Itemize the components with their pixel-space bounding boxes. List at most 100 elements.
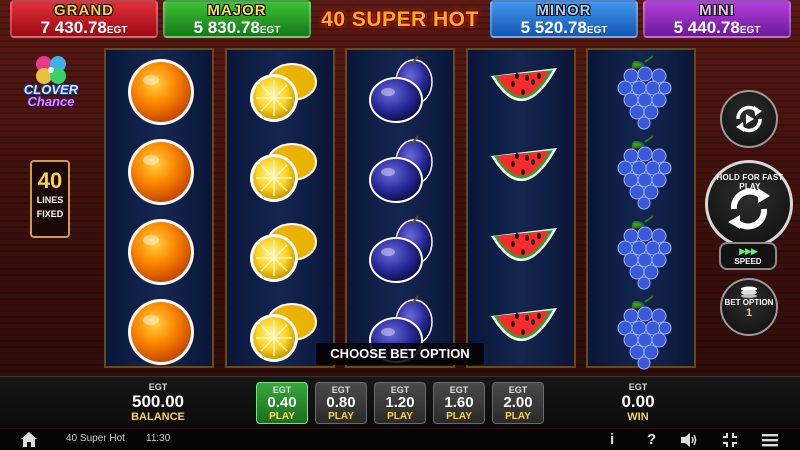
- lemon-symbol: [242, 54, 322, 130]
- bet-value: 0.80: [326, 394, 356, 411]
- bet-label: PLAY: [387, 411, 413, 422]
- bet-option-label: BET OPTION: [724, 298, 774, 307]
- reel-2: [225, 48, 335, 368]
- jackpot-major: MAJOR 5 830.78EGT: [163, 0, 311, 38]
- lemon-icon: [250, 143, 317, 202]
- bet-button-5[interactable]: EGT 2.00 PLAY: [492, 382, 544, 424]
- lemon-icon: [250, 223, 317, 282]
- grapes-icon: [617, 135, 672, 210]
- bet-value: 1.60: [444, 394, 474, 411]
- sound-icon[interactable]: [680, 432, 698, 448]
- orange-symbol: [121, 134, 201, 210]
- plum-icon: [369, 215, 433, 283]
- bet-value: 2.00: [503, 394, 533, 411]
- bet-tooltip: CHOOSE BET OPTION: [316, 343, 484, 365]
- jackpot-grand: GRAND 7 430.78EGT: [10, 0, 158, 38]
- spin-icon: [728, 188, 770, 230]
- orange-icon: [128, 59, 194, 125]
- help-icon[interactable]: ?: [647, 430, 656, 449]
- status-bar: 40 Super Hot 11:30 i ?: [0, 429, 800, 450]
- grapes-symbol: [603, 214, 683, 290]
- lemon-icon: [250, 63, 317, 122]
- status-game-name: 40 Super Hot: [66, 433, 125, 444]
- bet-label: PLAY: [446, 411, 472, 422]
- plum-icon: [369, 135, 433, 203]
- watermelon-symbol: [483, 54, 563, 130]
- lemon-symbol: [242, 214, 322, 290]
- home-icon[interactable]: [20, 431, 38, 448]
- menu-icon[interactable]: [762, 432, 778, 448]
- jackpot-grand-value: 7 430.78EGT: [40, 18, 128, 37]
- watermelon-symbol: [483, 134, 563, 210]
- coins-icon: [741, 286, 757, 298]
- clover-logo-line2: Chance: [27, 94, 75, 109]
- jackpot-mini: MINI 5 440.78EGT: [643, 0, 791, 38]
- lines-indicator: 40 LINES FIXED: [30, 160, 70, 238]
- orange-icon: [128, 219, 194, 285]
- speed-button[interactable]: ▶▶▶ SPEED: [719, 242, 777, 270]
- grapes-symbol: [603, 134, 683, 210]
- bet-label: PLAY: [505, 411, 531, 422]
- game-title: 40 SUPER HOT: [321, 8, 479, 31]
- bet-button-2[interactable]: EGT 0.80 PLAY: [315, 382, 367, 424]
- watermelon-icon: [491, 228, 557, 262]
- jackpot-mini-title: MINI: [699, 2, 735, 19]
- balance-value: 500.00: [132, 392, 184, 411]
- fullscreen-icon[interactable]: [722, 432, 738, 448]
- bet-button-3[interactable]: EGT 1.20 PLAY: [374, 382, 426, 424]
- jackpot-mini-value: 5 440.78EGT: [673, 18, 761, 37]
- win-label: WIN: [627, 411, 649, 423]
- bet-button-4[interactable]: EGT 1.60 PLAY: [433, 382, 485, 424]
- lemon-symbol: [242, 134, 322, 210]
- win-currency: EGT: [628, 382, 648, 392]
- autoplay-icon: [736, 105, 762, 133]
- bet-value: 1.20: [385, 394, 415, 411]
- plum-symbol: [362, 134, 442, 210]
- grapes-symbol: [603, 54, 683, 130]
- orange-symbol: [121, 54, 201, 130]
- plum-symbol: [362, 54, 442, 130]
- jackpot-major-title: MAJOR: [207, 2, 267, 19]
- reel-1: [104, 48, 214, 368]
- orange-symbol: [121, 294, 201, 370]
- reel-3: [345, 48, 455, 368]
- clover-chance-logo: CLOVER Chance: [16, 52, 86, 114]
- win-display: EGT 0.00 WIN: [600, 382, 676, 423]
- balance-label: BALANCE: [131, 411, 185, 423]
- lemon-symbol: [242, 294, 322, 370]
- watermelon-icon: [491, 308, 557, 342]
- autoplay-button[interactable]: [720, 90, 778, 148]
- plum-icon: [369, 55, 433, 123]
- info-icon[interactable]: i: [610, 430, 614, 449]
- jackpot-minor-value: 5 520.78EGT: [520, 18, 608, 37]
- bet-option-value: 1: [745, 307, 753, 319]
- bet-option-button[interactable]: BET OPTION 1: [720, 278, 778, 336]
- grapes-icon: [617, 55, 672, 130]
- lines-count: 40: [37, 168, 63, 193]
- orange-icon: [128, 139, 194, 205]
- grapes-icon: [617, 295, 672, 370]
- reel-4: [466, 48, 576, 368]
- watermelon-symbol: [483, 294, 563, 370]
- bet-label: PLAY: [269, 411, 295, 422]
- jackpot-minor: MINOR 5 520.78EGT: [490, 0, 638, 38]
- speed-arrows-icon: ▶▶▶: [739, 246, 758, 256]
- grapes-icon: [617, 215, 672, 290]
- orange-symbol: [121, 214, 201, 290]
- grapes-symbol: [603, 294, 683, 370]
- jackpot-grand-title: GRAND: [54, 2, 114, 19]
- bet-label: PLAY: [328, 411, 354, 422]
- watermelon-symbol: [483, 214, 563, 290]
- watermelon-icon: [491, 148, 557, 182]
- lines-fixed-label: FIXED: [36, 209, 64, 219]
- spin-button[interactable]: HOLD FOR FAST PLAY: [705, 160, 793, 248]
- plum-symbol: [362, 214, 442, 290]
- watermelon-icon: [491, 68, 557, 102]
- balance-currency: EGT: [148, 382, 168, 392]
- jackpot-major-value: 5 830.78EGT: [193, 18, 281, 37]
- win-value: 0.00: [621, 392, 655, 411]
- speed-label: SPEED: [734, 257, 762, 266]
- jackpot-minor-title: MINOR: [536, 2, 592, 19]
- bet-button-1[interactable]: EGT 0.40 PLAY: [256, 382, 308, 424]
- orange-icon: [128, 299, 194, 365]
